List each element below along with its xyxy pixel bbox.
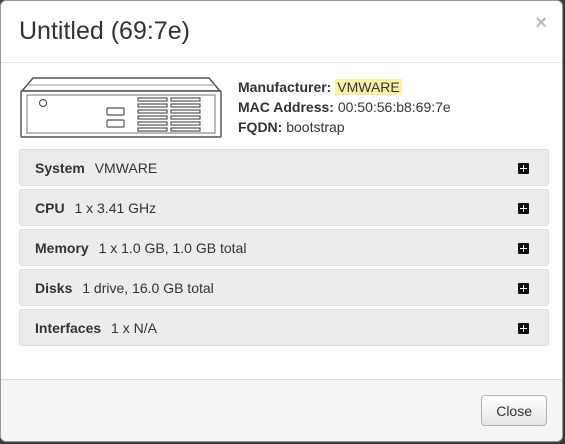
close-button[interactable]: Close <box>481 395 547 426</box>
panel-memory[interactable]: Memory 1 x 1.0 GB, 1.0 GB total <box>19 229 549 266</box>
fqdn-value: bootstrap <box>286 119 345 135</box>
plus-square-icon[interactable] <box>518 243 529 254</box>
panel-label: Interfaces <box>35 320 102 336</box>
panel-disks[interactable]: Disks 1 drive, 16.0 GB total <box>19 269 549 306</box>
manufacturer-value: VMWARE <box>335 79 402 95</box>
plus-square-icon[interactable] <box>518 163 529 174</box>
panel-value: 1 drive, 16.0 GB total <box>82 280 214 296</box>
modal-title: Untitled (69:7e) <box>19 17 190 45</box>
mac-address-label: MAC Address: <box>238 99 334 115</box>
node-details-modal: Untitled (69:7e) × Manufacturer: VMWARE … <box>0 0 563 442</box>
panel-value: 1 x N/A <box>111 320 157 336</box>
panel-value: VMWARE <box>94 160 158 176</box>
panel-cpu[interactable]: CPU 1 x 3.41 GHz <box>19 189 549 226</box>
panel-label: Disks <box>35 280 73 296</box>
panel-label: Memory <box>35 240 89 256</box>
panel-label: CPU <box>35 200 65 216</box>
manufacturer-row: Manufacturer: VMWARE <box>238 77 451 97</box>
modal-footer: Close <box>1 379 562 441</box>
panel-interfaces[interactable]: Interfaces 1 x N/A <box>19 309 549 346</box>
close-icon[interactable]: × <box>535 11 547 35</box>
fqdn-row: FQDN: bootstrap <box>238 117 451 137</box>
hardware-panels: System VMWARE CPU 1 x 3.41 GHz Memory 1 … <box>19 149 549 349</box>
modal-header: Untitled (69:7e) × <box>1 1 562 63</box>
mac-address-row: MAC Address: 00:50:56:b8:69:7e <box>238 97 451 117</box>
mac-address-value: 00:50:56:b8:69:7e <box>337 99 451 115</box>
node-summary: Manufacturer: VMWARE MAC Address: 00:50:… <box>238 77 451 137</box>
plus-square-icon[interactable] <box>518 203 529 214</box>
manufacturer-label: Manufacturer: <box>238 79 332 95</box>
panel-system[interactable]: System VMWARE <box>19 149 549 186</box>
panel-value: 1 x 3.41 GHz <box>74 200 157 216</box>
plus-square-icon[interactable] <box>518 323 529 334</box>
fqdn-label: FQDN: <box>238 119 283 135</box>
rack-server-icon <box>20 77 222 138</box>
panel-label: System <box>35 160 85 176</box>
panel-value: 1 x 1.0 GB, 1.0 GB total <box>98 240 247 256</box>
plus-square-icon[interactable] <box>518 283 529 294</box>
